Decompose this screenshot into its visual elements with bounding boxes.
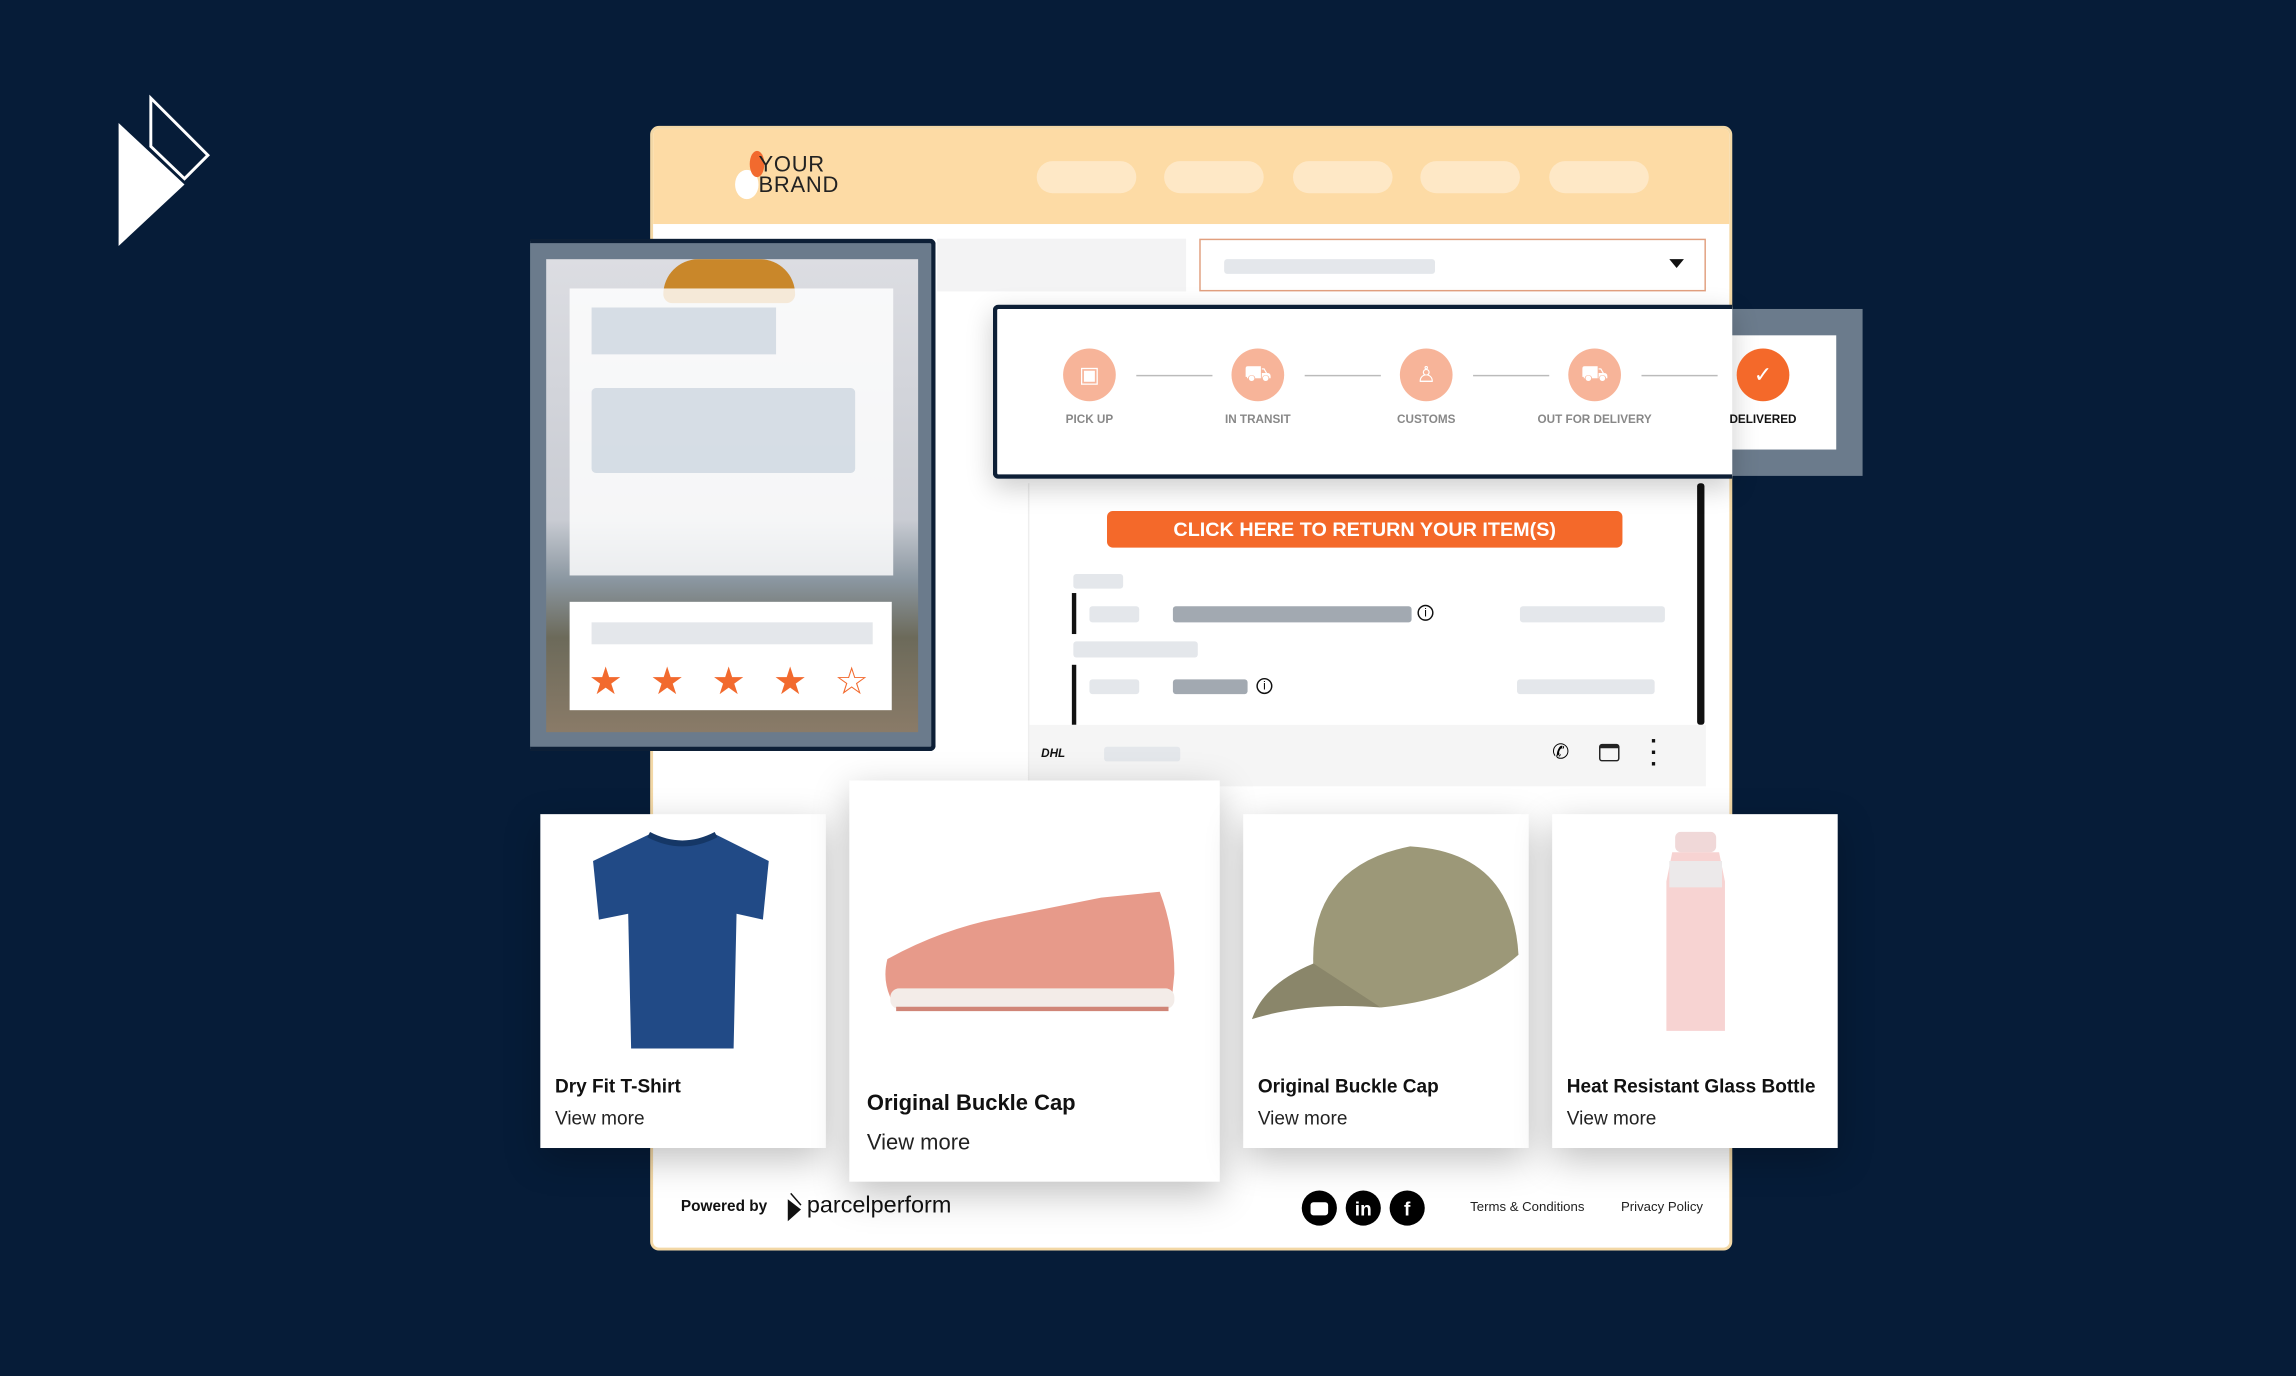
carrier-logo: DHL [1041, 746, 1066, 760]
check-icon: ✓ [1753, 363, 1773, 389]
step-2: ♙ [1399, 348, 1453, 402]
step-connector [1473, 374, 1550, 377]
nav-item[interactable] [1292, 161, 1393, 194]
more-options-icon[interactable]: · · · [1650, 730, 1658, 777]
scrollbar[interactable] [1697, 483, 1705, 725]
product-card[interactable]: Original Buckle Cap View more [849, 780, 1220, 1182]
placeholder [1089, 679, 1140, 695]
placeholder [1089, 606, 1140, 623]
sneaker-image [885, 891, 1175, 1012]
product-title: Original Buckle Cap [866, 1090, 1076, 1116]
product-title: Dry Fit T-Shirt [554, 1074, 681, 1097]
placeholder [1517, 679, 1655, 695]
chevron-down-icon [1669, 259, 1684, 268]
nav-item[interactable] [1420, 161, 1520, 194]
star-filled-icon[interactable]: ★ [773, 659, 807, 704]
timeline-line [1071, 664, 1077, 725]
product-card[interactable]: Dry Fit T-Shirt View more [540, 814, 826, 1149]
step-label: IN TRANSIT [1224, 412, 1291, 427]
step-0: ▣ [1063, 348, 1116, 402]
cap-image [1251, 846, 1519, 1020]
shipment-details: CLICK HERE TO RETURN YOUR ITEM(S) i i DH… [1027, 483, 1706, 787]
star-filled-icon[interactable]: ★ [650, 659, 684, 704]
step-label: PICK UP [1065, 412, 1114, 427]
placeholder [1519, 606, 1665, 623]
brand-logo[interactable]: YOUR BRAND [758, 154, 840, 198]
review-card: ★ ★ ★ ★ ☆ [530, 238, 936, 752]
phone-icon[interactable]: ✆ [1552, 739, 1569, 764]
view-more-link[interactable]: View more [1258, 1107, 1348, 1129]
step-connector [1136, 374, 1213, 377]
placeholder [1073, 574, 1124, 589]
timeline-line [1071, 593, 1077, 635]
tshirt-image [593, 832, 769, 1049]
order-dropdown[interactable] [1199, 238, 1706, 292]
privacy-link[interactable]: Privacy Policy [1621, 1199, 1703, 1214]
package-icon: ▣ [1079, 363, 1100, 389]
product-card[interactable]: Original Buckle Cap View more [1243, 814, 1529, 1149]
return-items-button[interactable]: CLICK HERE TO RETURN YOUR ITEM(S) [1107, 511, 1623, 548]
star-empty-icon[interactable]: ☆ [835, 659, 869, 704]
browser-icon[interactable] [1599, 743, 1620, 762]
placeholder [1172, 606, 1412, 623]
placeholder [1073, 641, 1198, 658]
delivery-truck-icon: ⛟ [1580, 360, 1609, 386]
brand-line2: BRAND [758, 172, 840, 198]
terms-link[interactable]: Terms & Conditions [1470, 1199, 1584, 1214]
step-connector [1304, 374, 1381, 377]
linkedin-icon[interactable]: in [1345, 1190, 1381, 1226]
stage: YOUR BRAND CLICK HERE TO RETURN YOUR ITEM… [0, 0, 2296, 1376]
dropdown-value-placeholder [1224, 259, 1436, 274]
placeholder [1172, 679, 1248, 695]
carrier-bar: DHL ✆ · · · [1029, 724, 1706, 787]
step-1: ⛟ [1231, 348, 1285, 402]
parcelperform-logo[interactable]: parcelperform [807, 1193, 952, 1219]
product-title: Original Buckle Cap [1257, 1074, 1439, 1097]
search-placeholder [937, 238, 1187, 292]
view-more-link[interactable]: View more [555, 1107, 645, 1129]
parcelperform-mark-icon [787, 1192, 802, 1222]
header: YOUR BRAND [653, 128, 1730, 225]
placeholder [1104, 746, 1181, 762]
product-card[interactable]: Heat Resistant Glass Bottle View more [1552, 814, 1838, 1149]
parcelperform-logo-mark [118, 94, 211, 247]
info-icon[interactable]: i [1417, 604, 1434, 621]
view-more-link[interactable]: View more [1567, 1107, 1657, 1129]
star-filled-icon[interactable]: ★ [589, 659, 623, 704]
step-4: ✓ [1736, 348, 1790, 402]
product-title: Heat Resistant Glass Bottle [1566, 1074, 1816, 1097]
step-3: ⛟ [1568, 348, 1621, 402]
step-connector [1641, 374, 1718, 377]
truck-icon: ⛟ [1244, 360, 1272, 386]
youtube-icon[interactable] [1301, 1190, 1337, 1226]
bottle-image [1666, 831, 1725, 1031]
view-more-link[interactable]: View more [867, 1130, 970, 1155]
nav-item[interactable] [1164, 161, 1264, 194]
star-filled-icon[interactable]: ★ [712, 659, 746, 704]
facebook-icon[interactable]: f [1389, 1190, 1425, 1226]
nav-item[interactable] [1549, 161, 1649, 194]
step-label: OUT FOR DELIVERY [1537, 412, 1652, 427]
officer-icon: ♙ [1416, 363, 1437, 389]
step-label: DELIVERED [1729, 412, 1797, 427]
step-label: CUSTOMS [1397, 412, 1456, 427]
nav-item[interactable] [1036, 161, 1137, 194]
info-icon[interactable]: i [1256, 677, 1273, 695]
powered-by-label: Powered by [680, 1197, 768, 1216]
